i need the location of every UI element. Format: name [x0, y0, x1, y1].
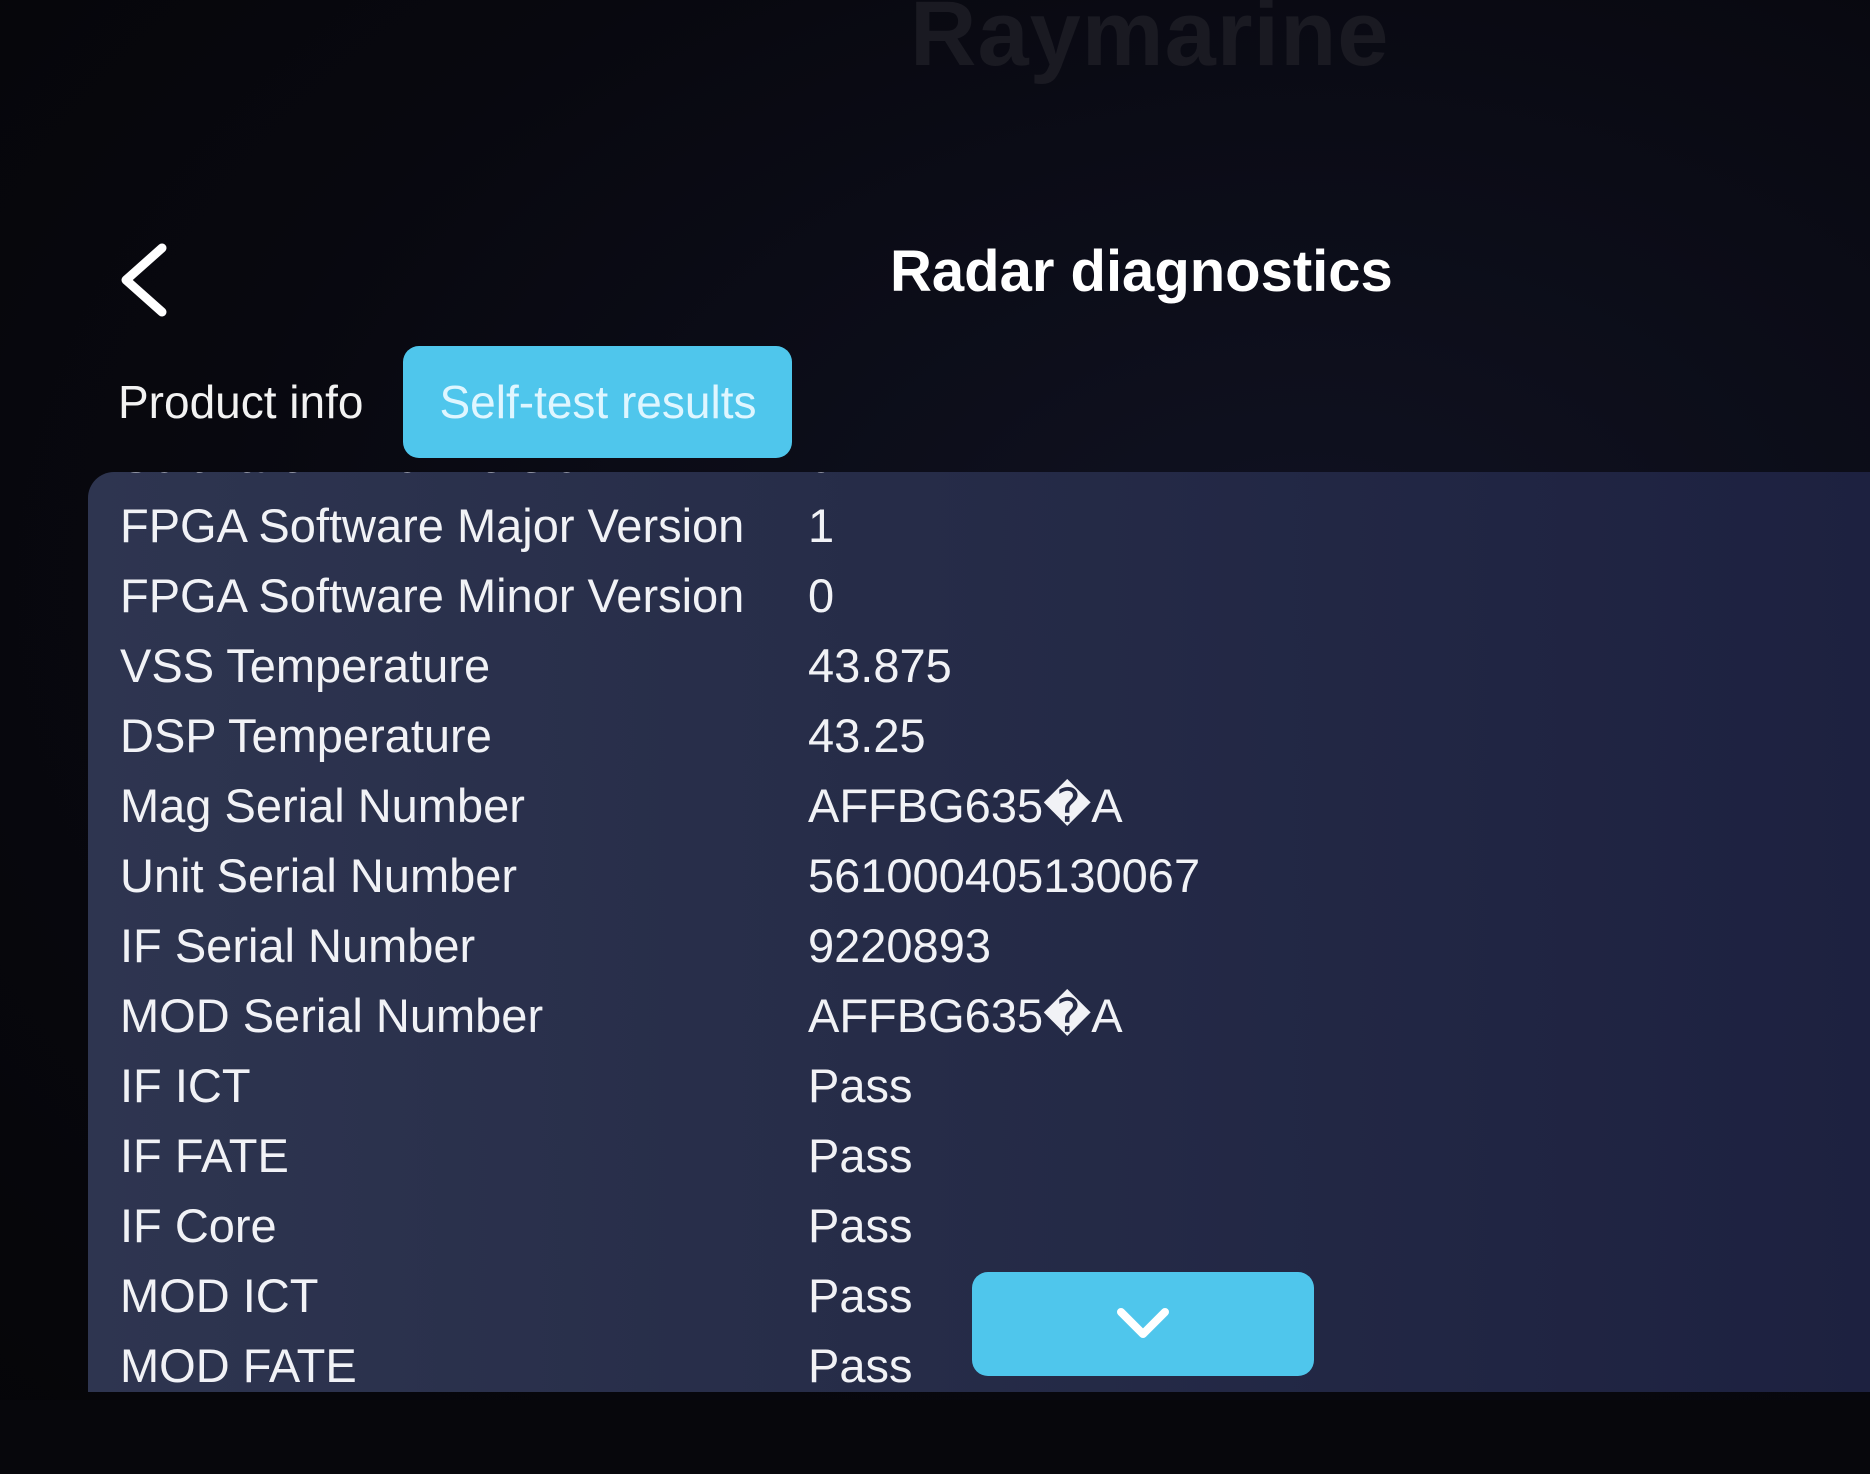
device-screen: Raymarine Radar diagnostics Product info… — [0, 0, 1870, 1474]
row-label: IF FATE — [120, 1129, 289, 1182]
row-label: Unit Serial Number — [120, 849, 518, 902]
chevron-down-icon — [1117, 1308, 1169, 1338]
row-label: FPGA Software Major Version — [120, 499, 745, 552]
row-value: 0 — [808, 569, 835, 622]
row-value: 43.875 — [808, 639, 952, 692]
row-value: Pass — [808, 1059, 913, 1112]
list-item: FPGA Software Major Version 1 — [88, 490, 1870, 560]
screen-bezel — [0, 1400, 1870, 1474]
row-label: Mag Serial Number — [120, 779, 525, 832]
results-panel[interactable]: Software Minor Version 0 FPGA Software Maj… — [88, 472, 1870, 1392]
list-item: Software Minor Version 0 — [88, 472, 1870, 490]
row-label: Software Minor Version — [120, 472, 606, 483]
chevron-left-icon — [121, 243, 167, 317]
list-item: Unit Serial Number 561000405130067 — [88, 840, 1870, 910]
tab-bar: Product info Self-test results — [110, 346, 793, 458]
list-item: IF Serial Number 9220893 — [88, 910, 1870, 980]
row-value: 1 — [808, 499, 835, 552]
row-value: 0 — [808, 472, 834, 483]
page-title: Radar diagnostics — [890, 239, 1393, 304]
row-value: Pass — [808, 1339, 913, 1392]
row-label: IF Core — [120, 1199, 277, 1252]
row-value: 561000405130067 — [808, 849, 1201, 902]
row-value: AFFBG635�A — [808, 779, 1123, 832]
list-item: Mag Serial Number AFFBG635�A — [88, 770, 1870, 840]
row-label: MOD Serial Number — [120, 989, 544, 1042]
list-item: DSP Temperature 43.25 — [88, 700, 1870, 770]
row-value: 9220893 — [808, 919, 991, 972]
back-button[interactable] — [112, 240, 182, 320]
tab-self-test-results[interactable]: Self-test results — [403, 346, 793, 458]
scroll-down-button[interactable] — [972, 1272, 1314, 1376]
row-label: VSS Temperature — [120, 639, 491, 692]
list-item: IF Core Pass — [88, 1190, 1870, 1260]
row-label: FPGA Software Minor Version — [120, 569, 745, 622]
row-value: Pass — [808, 1269, 913, 1322]
row-label: MOD ICT — [120, 1269, 319, 1322]
results-list: Software Minor Version 0 FPGA Software Maj… — [88, 472, 1870, 1392]
list-item: MOD Serial Number AFFBG635�A — [88, 980, 1870, 1050]
row-label: DSP Temperature — [120, 709, 492, 762]
row-label: IF ICT — [120, 1059, 251, 1112]
brand-logo: Raymarine — [910, 0, 1390, 85]
row-value: AFFBG635�A — [808, 989, 1123, 1042]
list-item: IF FATE Pass — [88, 1120, 1870, 1190]
list-item: VSS Temperature 43.875 — [88, 630, 1870, 700]
list-item: FPGA Software Minor Version 0 — [88, 560, 1870, 630]
row-value: Pass — [808, 1199, 913, 1252]
row-value: 43.25 — [808, 709, 926, 762]
row-label: MOD FATE — [120, 1339, 357, 1392]
list-item: IF ICT Pass — [88, 1050, 1870, 1120]
row-label: IF Serial Number — [120, 919, 476, 972]
tab-product-info[interactable]: Product info — [110, 346, 403, 458]
row-value: Pass — [808, 1129, 913, 1182]
